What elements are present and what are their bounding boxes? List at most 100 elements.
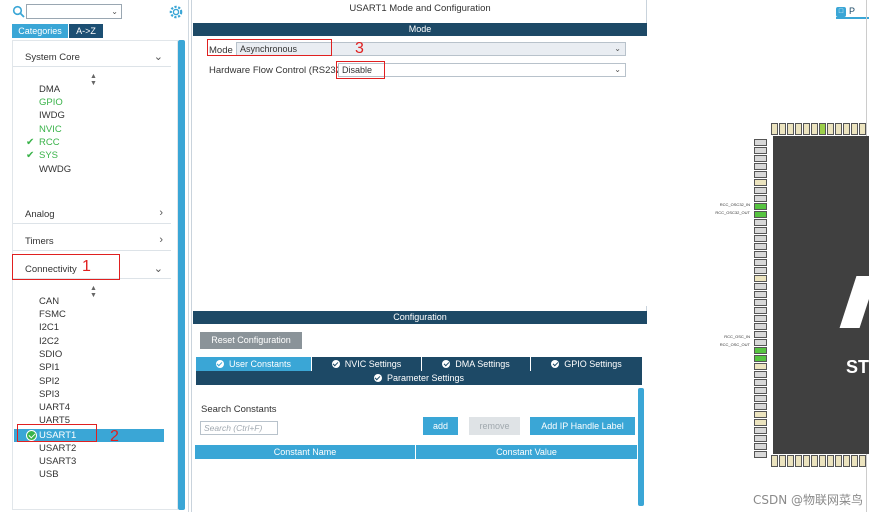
list-item-gpio[interactable]: GPIO: [39, 97, 63, 109]
chip-pin[interactable]: [819, 455, 826, 467]
chip-pin[interactable]: [843, 455, 850, 467]
chip-pin[interactable]: [835, 123, 842, 135]
chip-pin[interactable]: [827, 455, 834, 467]
chip-pin[interactable]: [754, 403, 767, 410]
list-item-nvic[interactable]: NVIC: [39, 124, 62, 136]
column-constant-name[interactable]: Constant Name: [195, 445, 416, 459]
chevron-right-icon[interactable]: ›: [159, 234, 163, 246]
chip-pin[interactable]: [771, 123, 778, 135]
remove-button[interactable]: remove: [469, 417, 520, 435]
chip-pin[interactable]: [754, 323, 767, 330]
chevron-down-icon[interactable]: ⌄: [154, 50, 163, 63]
chip-pin[interactable]: [754, 451, 767, 458]
chip-pin[interactable]: [795, 123, 802, 135]
chip-pin[interactable]: [754, 187, 767, 194]
chip-pin[interactable]: [754, 355, 767, 362]
chip-pin[interactable]: [754, 291, 767, 298]
chip-pin[interactable]: [754, 427, 767, 434]
list-item-spi1[interactable]: SPI1: [39, 362, 60, 374]
chip-pin[interactable]: [754, 315, 767, 322]
chip-pin[interactable]: [859, 123, 866, 135]
tab-pinout[interactable]: □ P: [836, 6, 869, 19]
chip-pin[interactable]: [754, 395, 767, 402]
chip-pin[interactable]: [754, 339, 767, 346]
chip-pin[interactable]: [851, 123, 858, 135]
tab-categories[interactable]: Categories: [12, 24, 68, 38]
chip-pin[interactable]: [754, 203, 767, 210]
chip-pin[interactable]: [754, 283, 767, 290]
section-system-core[interactable]: System Core ⌄: [13, 50, 171, 66]
chip-pin[interactable]: [779, 123, 786, 135]
chip-pin[interactable]: [843, 123, 850, 135]
list-item-usart3[interactable]: USART3: [39, 456, 76, 468]
section-timers[interactable]: Timers ›: [13, 234, 171, 250]
tab-dma-settings[interactable]: DMA Settings: [422, 357, 531, 371]
chip-pin[interactable]: [754, 371, 767, 378]
chip-pin[interactable]: [803, 123, 810, 135]
list-item-sdio[interactable]: SDIO: [39, 349, 62, 361]
chip-pin[interactable]: [795, 455, 802, 467]
chip-pin[interactable]: [754, 147, 767, 154]
chip-pin[interactable]: [779, 455, 786, 467]
list-item-wwdg[interactable]: WWDG: [39, 164, 71, 176]
chip-pin[interactable]: [754, 227, 767, 234]
chevron-right-icon[interactable]: ›: [159, 207, 163, 219]
search-icon[interactable]: [12, 5, 26, 19]
add-ip-handle-label-button[interactable]: Add IP Handle Label: [530, 417, 635, 435]
chip-pin[interactable]: [835, 455, 842, 467]
chip-pin[interactable]: [754, 299, 767, 306]
chip-pin[interactable]: [754, 331, 767, 338]
chip-pin[interactable]: [859, 455, 866, 467]
chip-pin[interactable]: [754, 267, 767, 274]
list-item-rcc[interactable]: RCC: [39, 137, 60, 149]
chip-pin[interactable]: [811, 455, 818, 467]
chevron-down-icon[interactable]: ⌄: [614, 65, 621, 74]
chip-pin[interactable]: [754, 235, 767, 242]
chip-pin[interactable]: [754, 179, 767, 186]
chip-pin[interactable]: [819, 123, 826, 135]
list-item-uart4[interactable]: UART4: [39, 402, 70, 414]
chip-pin[interactable]: [754, 275, 767, 282]
chip-pin[interactable]: [754, 419, 767, 426]
list-item-dma[interactable]: DMA: [39, 84, 60, 96]
chevron-down-icon[interactable]: ⌄: [111, 7, 118, 16]
list-item-sys[interactable]: SYS: [39, 150, 58, 162]
chip-pin[interactable]: [754, 155, 767, 162]
list-item-spi3[interactable]: SPI3: [39, 389, 60, 401]
chip-pin[interactable]: [754, 443, 767, 450]
search-constants-input[interactable]: Search (Ctrl+F): [200, 421, 278, 435]
chip-pin[interactable]: [851, 455, 858, 467]
column-constant-value[interactable]: Constant Value: [416, 445, 637, 459]
chip-pin[interactable]: [811, 123, 818, 135]
tab-parameter-settings[interactable]: Parameter Settings: [196, 371, 642, 385]
add-button[interactable]: add: [423, 417, 458, 435]
list-item-usb[interactable]: USB: [39, 469, 59, 481]
list-item-fsmc[interactable]: FSMC: [39, 309, 66, 321]
chip-pin[interactable]: [754, 251, 767, 258]
list-item-can[interactable]: CAN: [39, 296, 59, 308]
chip-pin[interactable]: [754, 435, 767, 442]
chip-pin[interactable]: [754, 307, 767, 314]
chip-pin[interactable]: [803, 455, 810, 467]
chip-pin[interactable]: [754, 195, 767, 202]
chip-pin[interactable]: [754, 259, 767, 266]
reset-configuration-button[interactable]: Reset Configuration: [200, 332, 302, 349]
chip-pin[interactable]: [787, 455, 794, 467]
tab-user-constants[interactable]: User Constants: [196, 357, 312, 371]
tab-a-z[interactable]: A->Z: [69, 24, 103, 38]
list-item-usart2[interactable]: USART2: [39, 443, 76, 455]
chip-pin[interactable]: [754, 243, 767, 250]
sort-icon[interactable]: ▲ ▼: [90, 73, 97, 87]
left-scrollbar[interactable]: [178, 40, 185, 510]
chip-pin[interactable]: [754, 387, 767, 394]
chip-pin[interactable]: [754, 411, 767, 418]
chip-pin[interactable]: [754, 163, 767, 170]
sort-icon[interactable]: ▲ ▼: [90, 285, 97, 299]
list-item-i2c2[interactable]: I2C2: [39, 336, 59, 348]
chip-pin[interactable]: [754, 363, 767, 370]
tab-nvic-settings[interactable]: NVIC Settings: [312, 357, 422, 371]
list-item-i2c1[interactable]: I2C1: [39, 322, 59, 334]
list-item-spi2[interactable]: SPI2: [39, 376, 60, 388]
chip-pin[interactable]: [787, 123, 794, 135]
tab-gpio-settings[interactable]: GPIO Settings: [531, 357, 642, 371]
